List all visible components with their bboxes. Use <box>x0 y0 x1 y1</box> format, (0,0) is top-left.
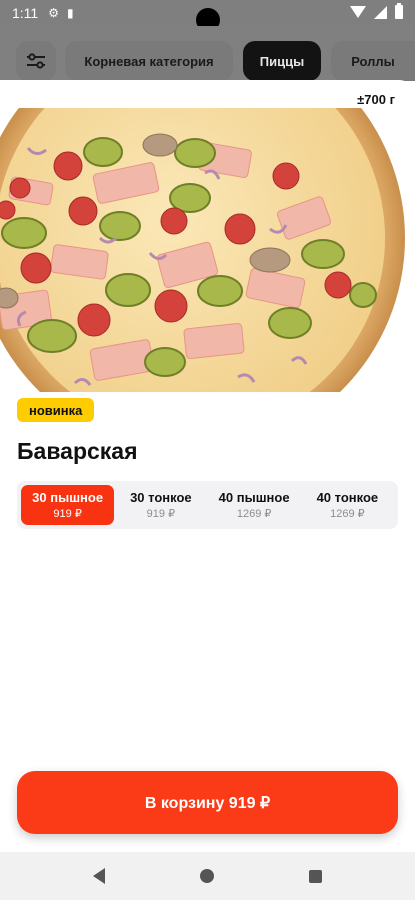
product-sheet: ±700 г новинка Баварская 30 пышное 919 ₽… <box>0 80 415 852</box>
new-badge-label: новинка <box>29 402 83 418</box>
variant-30-fluffy[interactable]: 30 пышное 919 ₽ <box>21 485 115 525</box>
variant-40-fluffy[interactable]: 40 пышное 1269 ₽ <box>208 485 301 525</box>
category-chip-root[interactable]: Корневая категория <box>65 41 233 81</box>
gear-icon: ⚙ <box>48 6 59 20</box>
signal-icon <box>374 5 387 19</box>
variant-name: 30 тонкое <box>130 490 192 505</box>
variant-price: 1269 ₽ <box>330 508 365 520</box>
recent-apps-icon[interactable] <box>309 869 322 883</box>
category-chip-pizza[interactable]: Пиццы <box>243 41 321 81</box>
sliders-icon <box>27 53 45 69</box>
variant-name: 30 пышное <box>32 490 104 505</box>
system-nav-bar <box>0 852 415 900</box>
variant-name: 40 тонкое <box>316 490 379 505</box>
category-bar: Корневая категория Пиццы Роллы <box>0 26 415 81</box>
battery-icon <box>395 3 403 19</box>
pizza-image <box>0 108 405 392</box>
category-chip-rolls[interactable]: Роллы <box>331 41 415 81</box>
new-badge: новинка <box>17 398 95 422</box>
status-time: 1:11 <box>12 5 39 21</box>
variant-30-thin[interactable]: 30 тонкое 919 ₽ <box>114 485 207 525</box>
category-chip-label: Пиццы <box>259 53 305 69</box>
add-to-cart-button[interactable]: В корзину 919 ₽ <box>17 771 398 834</box>
product-image <box>0 108 415 392</box>
variant-price: 1269 ₽ <box>236 508 272 520</box>
status-right <box>350 3 403 19</box>
wifi-icon <box>350 6 366 18</box>
variant-40-thin[interactable]: 40 тонкое 1269 ₽ <box>301 485 394 525</box>
product-title: Баварская <box>17 438 138 464</box>
filter-button[interactable] <box>16 41 56 81</box>
variant-price: 919 ₽ <box>146 508 176 520</box>
home-icon[interactable] <box>200 869 214 883</box>
back-icon[interactable] <box>93 868 105 884</box>
category-chip-label: Роллы <box>351 53 395 69</box>
category-chip-label: Корневая категория <box>84 53 214 69</box>
size-variant-selector: 30 пышное 919 ₽ 30 тонкое 919 ₽ 40 пышно… <box>17 481 398 529</box>
sd-card-icon: ▮ <box>66 6 74 20</box>
product-weight: ±700 г <box>357 92 395 107</box>
variant-name: 40 пышное <box>218 490 290 505</box>
variant-price: 919 ₽ <box>53 508 82 520</box>
